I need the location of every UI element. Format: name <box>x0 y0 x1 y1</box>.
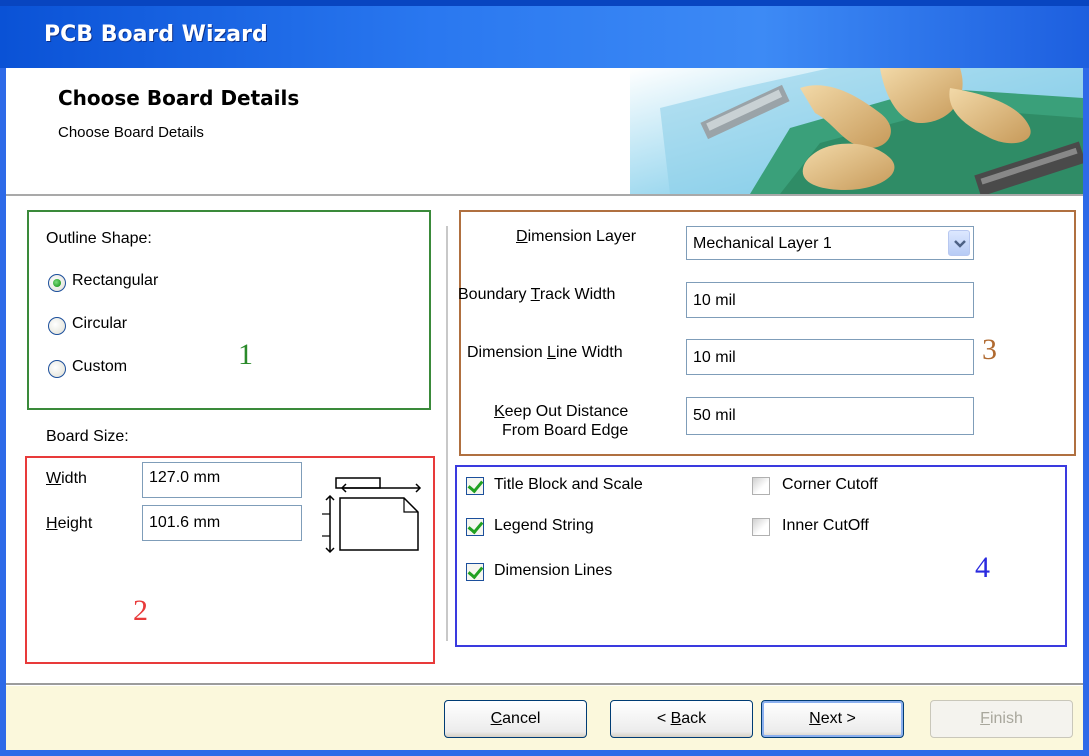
board-size-diagram-icon <box>316 474 426 558</box>
checkbox-label: Title Block and Scale <box>494 476 643 493</box>
checkbox[interactable] <box>466 563 484 581</box>
back-button[interactable]: < Back <box>610 700 753 738</box>
radio-custom[interactable]: Custom <box>48 358 248 382</box>
finish-button: Finish <box>930 700 1073 738</box>
checkbox[interactable] <box>466 477 484 495</box>
dimension-line-width-field[interactable]: 10 mil <box>686 339 974 375</box>
radio-button[interactable] <box>48 317 66 335</box>
boundary-track-width-label: Boundary Track Width <box>458 286 616 303</box>
boundary-track-width-field[interactable]: 10 mil <box>686 282 974 318</box>
pcb-banner-image <box>630 68 1083 194</box>
checkbox-label: Inner CutOff <box>782 517 869 534</box>
radio-label: Rectangular <box>72 272 159 289</box>
cancel-button[interactable]: Cancel <box>444 700 587 738</box>
radio-rectangular[interactable]: Rectangular <box>48 272 248 296</box>
annotation-2: 2 <box>133 594 148 627</box>
page-subtitle: Choose Board Details <box>58 124 204 141</box>
outline-shape-label: Outline Shape: <box>46 230 152 247</box>
dimension-lines-checkbox[interactable]: Dimension Lines <box>466 561 706 585</box>
inner-cutoff-checkbox[interactable]: Inner CutOff <box>752 516 952 540</box>
checkbox-label: Corner Cutoff <box>782 476 878 493</box>
checkbox-label: Legend String <box>494 517 594 534</box>
height-label: Height <box>46 515 93 532</box>
width-label: Width <box>46 470 87 487</box>
radio-button[interactable] <box>48 360 66 378</box>
annotation-3: 3 <box>982 333 997 366</box>
dimension-layer-select[interactable]: Mechanical Layer 1 <box>686 226 974 260</box>
annotation-4: 4 <box>975 551 990 584</box>
title-block-checkbox[interactable]: Title Block and Scale <box>466 475 706 499</box>
dimension-layer-value: Mechanical Layer 1 <box>693 235 832 252</box>
height-field[interactable]: 101.6 mm <box>142 505 302 541</box>
radio-label: Circular <box>72 315 128 332</box>
chevron-down-icon <box>954 240 966 248</box>
checkbox-label: Dimension Lines <box>494 562 613 579</box>
checkbox[interactable] <box>466 518 484 536</box>
board-size-label: Board Size: <box>46 428 129 445</box>
checkbox[interactable] <box>752 477 770 495</box>
radio-label: Custom <box>72 358 128 375</box>
dimension-layer-label: Dimension Layer <box>516 228 637 245</box>
column-divider <box>446 226 449 641</box>
width-field[interactable]: 127.0 mm <box>142 462 302 498</box>
next-button[interactable]: Next > <box>761 700 904 738</box>
corner-cutoff-checkbox[interactable]: Corner Cutoff <box>752 475 952 499</box>
keep-out-distance-field[interactable]: 50 mil <box>686 397 974 435</box>
radio-circular[interactable]: Circular <box>48 315 248 339</box>
radio-selected-dot <box>53 279 61 287</box>
header-separator <box>6 194 1083 197</box>
radio-button[interactable] <box>48 274 66 292</box>
dimension-line-width-label: Dimension Line Width <box>467 344 623 361</box>
annotation-1: 1 <box>238 338 253 371</box>
dropdown-button[interactable] <box>948 230 970 256</box>
checkbox[interactable] <box>752 518 770 536</box>
title-bar[interactable]: PCB Board Wizard <box>0 0 1089 68</box>
keep-out-distance-label: Keep Out Distance From Board Edge <box>493 403 629 439</box>
legend-string-checkbox[interactable]: Legend String <box>466 516 706 540</box>
window-title: PCB Board Wizard <box>44 22 268 47</box>
page-title: Choose Board Details <box>58 86 300 110</box>
